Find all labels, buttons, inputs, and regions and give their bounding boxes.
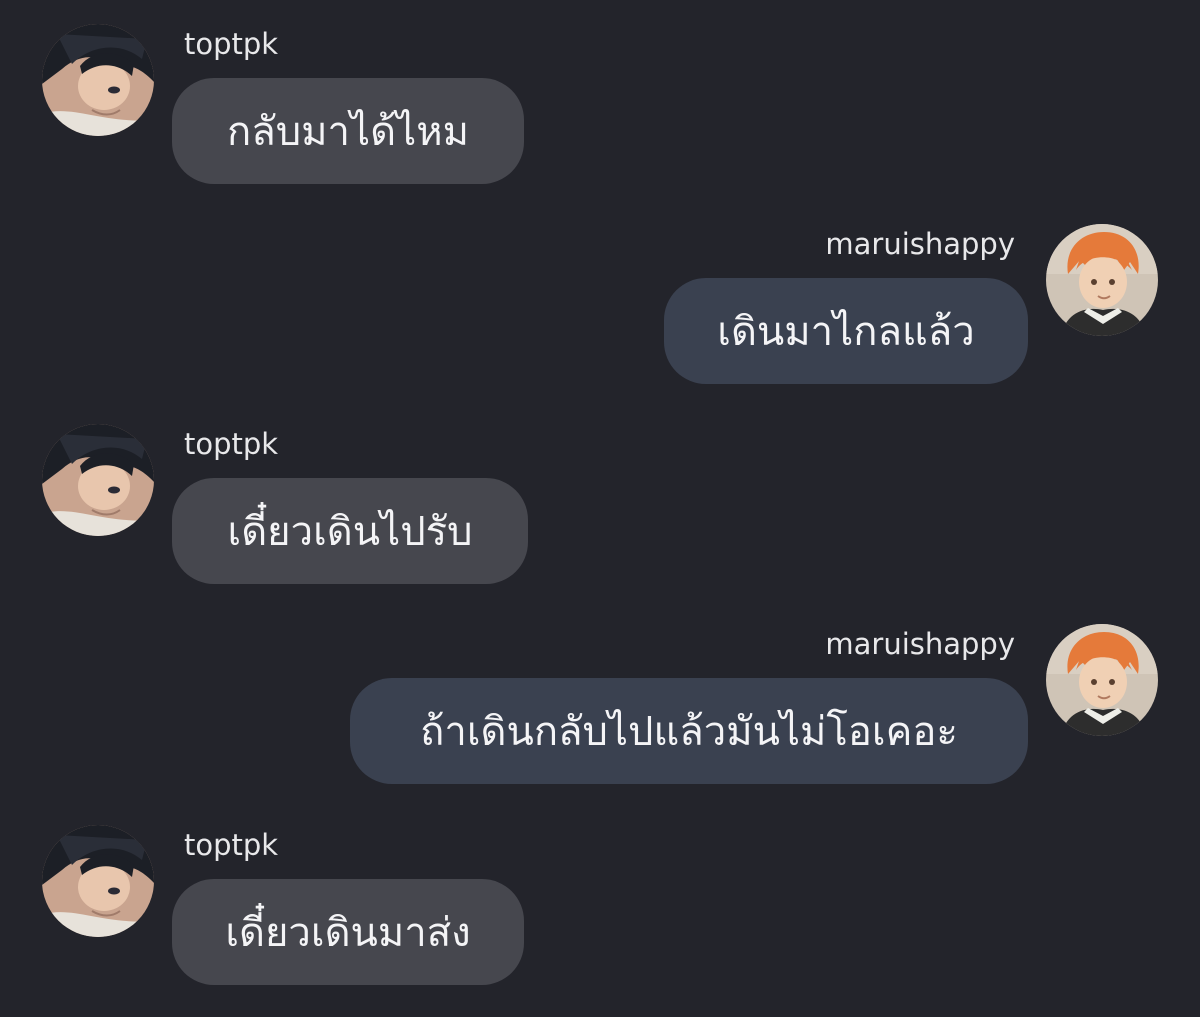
- dark-haired-anime-avatar-icon[interactable]: [42, 424, 154, 536]
- sender-name: toptpk: [184, 828, 279, 862]
- sender-name: maruishappy: [825, 227, 1015, 261]
- orange-haired-anime-avatar-icon[interactable]: [1046, 224, 1158, 336]
- orange-haired-anime-avatar-icon[interactable]: [1046, 624, 1158, 736]
- sender-name: toptpk: [184, 27, 279, 61]
- message-bubble[interactable]: ถ้าเดินกลับไปแล้วมันไม่โอเคอะ: [350, 678, 1028, 784]
- message-bubble[interactable]: เดี๋ยวเดินไปรับ: [172, 478, 528, 584]
- sender-name: toptpk: [184, 427, 279, 461]
- message-bubble[interactable]: กลับมาได้ไหม: [172, 78, 524, 184]
- message-bubble[interactable]: เดินมาไกลแล้ว: [664, 278, 1028, 384]
- sender-name: maruishappy: [825, 627, 1015, 661]
- message-bubble[interactable]: เดี๋ยวเดินมาส่ง: [172, 879, 524, 985]
- dark-haired-anime-avatar-icon[interactable]: [42, 24, 154, 136]
- dark-haired-anime-avatar-icon[interactable]: [42, 825, 154, 937]
